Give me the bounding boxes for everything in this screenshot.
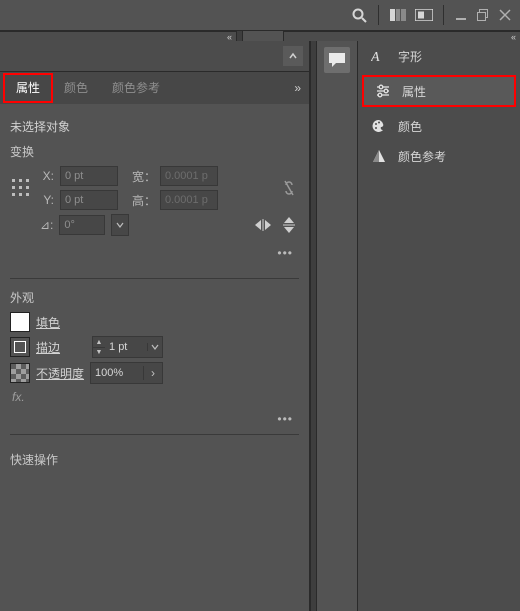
no-selection-label: 未选择对象 [10, 118, 299, 135]
tab-color-guide[interactable]: 颜色参考 [100, 74, 172, 102]
tab-properties[interactable]: 属性 [4, 74, 52, 102]
opacity-flyout-icon[interactable]: › [143, 366, 162, 380]
color-guide-icon [370, 147, 388, 165]
side-item-label: 字形 [398, 48, 422, 65]
chevron-up-icon[interactable] [283, 46, 303, 66]
stroke-weight-dropdown-icon[interactable] [147, 343, 162, 351]
side-item-color-guide[interactable]: 颜色参考 [358, 141, 520, 171]
transform-more-icon[interactable]: ••• [10, 240, 299, 268]
properties-panel: 未选择对象 变换 X: 0 pt Y: 0 pt [0, 104, 310, 611]
screen-mode-icon[interactable] [411, 2, 437, 28]
app-titlebar [0, 0, 520, 31]
restore-window-icon[interactable] [472, 4, 494, 26]
fill-swatch[interactable] [10, 312, 30, 332]
arrange-documents-icon[interactable] [385, 2, 411, 28]
side-item-properties[interactable]: 属性 [362, 75, 516, 107]
appearance-section-title: 外观 [10, 289, 299, 306]
svg-text:A: A [371, 50, 380, 64]
reference-point-icon[interactable] [10, 177, 32, 199]
side-item-label: 颜色 [398, 118, 422, 135]
flip-vertical-icon[interactable] [279, 215, 299, 235]
quick-actions-title: 快速操作 [10, 451, 299, 468]
stroke-step-up-icon[interactable]: ▲ [93, 338, 105, 348]
minimize-window-icon[interactable] [450, 4, 472, 26]
panel-tabs: 属性 颜色 颜色参考 » [0, 71, 310, 104]
stroke-swatch[interactable] [10, 337, 30, 357]
side-item-character[interactable]: A 字形 [358, 41, 520, 71]
angle-label: ⊿: [40, 218, 53, 232]
stroke-label[interactable]: 描边 [36, 339, 60, 356]
comment-icon[interactable] [324, 47, 350, 73]
stroke-weight-value: 1 pt [105, 341, 147, 353]
x-input[interactable]: 0 pt [60, 166, 118, 186]
close-window-icon[interactable] [494, 4, 516, 26]
transform-section-title: 变换 [10, 143, 299, 160]
opacity-swatch[interactable] [10, 363, 30, 383]
constrain-proportions-icon[interactable] [279, 178, 299, 198]
tab-color[interactable]: 颜色 [52, 74, 100, 102]
sliders-icon [374, 82, 392, 100]
width-input[interactable]: 0.0001 p [160, 166, 218, 186]
character-icon: A [370, 47, 388, 65]
tabs-more-icon[interactable]: » [294, 81, 301, 95]
width-label: 宽： [132, 168, 154, 185]
height-input[interactable]: 0.0001 p [160, 190, 218, 210]
stroke-step-down-icon[interactable]: ▼ [93, 348, 105, 357]
opacity-value: 100% [91, 367, 143, 379]
opacity-input[interactable]: 100% › [90, 362, 163, 384]
panel-collapse-right-icon[interactable]: « [284, 31, 520, 41]
appearance-more-icon[interactable]: ••• [10, 406, 299, 434]
dock-strip [317, 41, 358, 611]
angle-input[interactable]: 0° [59, 215, 105, 235]
y-label: Y: [38, 193, 54, 207]
opacity-label[interactable]: 不透明度 [36, 365, 84, 382]
panel-collapse-left-icon[interactable]: « [0, 31, 236, 41]
side-item-label: 属性 [402, 83, 426, 100]
side-item-color[interactable]: 颜色 [358, 111, 520, 141]
stroke-weight-input[interactable]: ▲ ▼ 1 pt [92, 336, 163, 358]
side-panel: A 字形 属性 颜色 颜色参考 [358, 41, 520, 611]
side-item-label: 颜色参考 [398, 148, 446, 165]
angle-dropdown-icon[interactable] [111, 214, 129, 236]
left-header [0, 41, 310, 71]
palette-icon [370, 117, 388, 135]
fill-label[interactable]: 填色 [36, 314, 60, 331]
x-label: X: [38, 169, 54, 183]
fx-button[interactable]: fx. [12, 390, 299, 404]
search-icon[interactable] [346, 2, 372, 28]
height-label: 高： [132, 192, 154, 209]
y-input[interactable]: 0 pt [60, 190, 118, 210]
flip-horizontal-icon[interactable] [253, 215, 273, 235]
